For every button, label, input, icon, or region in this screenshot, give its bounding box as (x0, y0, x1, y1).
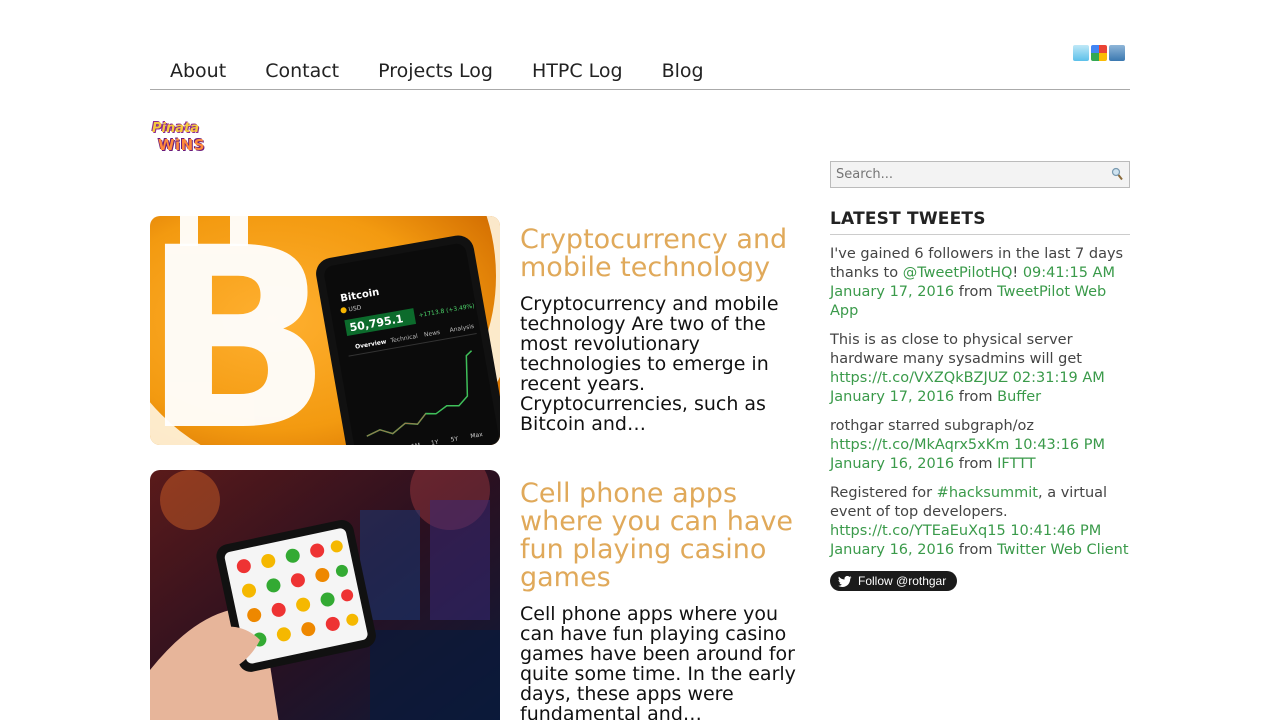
twitter-bird-icon (838, 575, 852, 587)
tweet-url-link[interactable]: https://t.co/VXZQkBZJUZ (830, 370, 1008, 386)
tweet-item: rothgar starred subgraph/oz https://t.co… (830, 418, 1105, 472)
tweet-item: Registered for #hacksummit, a virtual ev… (830, 485, 1129, 558)
nav-blog[interactable]: Blog (662, 56, 704, 89)
nav-projects-log[interactable]: Projects Log (378, 56, 493, 89)
nav-htpc-log[interactable]: HTPC Log (532, 56, 623, 89)
post-text: Cryptocurrency and mobile technology Cry… (520, 226, 805, 435)
svg-text:5Y: 5Y (450, 435, 459, 443)
search-input[interactable] (831, 162, 1101, 187)
sidebar: LATEST TWEETS I've gained 6 followers in… (830, 161, 1130, 591)
main-nav: About Contact Projects Log HTPC Log Blog (150, 56, 1130, 90)
svg-text:B: B (150, 216, 333, 445)
nav-contact[interactable]: Contact (265, 56, 339, 89)
tweet-item: This is as close to physical server hard… (830, 332, 1105, 405)
site-logo[interactable]: Pinata WiNS (150, 120, 216, 160)
tweet-url-link[interactable]: https://t.co/YTEaEuXq15 (830, 523, 1006, 539)
search-icon[interactable] (1111, 167, 1123, 181)
casino-phone-image (150, 470, 500, 720)
tweet-source-link[interactable]: Twitter Web Client (997, 542, 1128, 558)
tweet-source-link[interactable]: IFTTT (997, 456, 1035, 472)
tweet-mention-link[interactable]: @TweetPilotHQ (903, 265, 1013, 281)
post-excerpt: Cell phone apps where you can have fun p… (520, 603, 796, 720)
post-title[interactable]: Cell phone apps where you can have fun p… (520, 480, 805, 592)
post-thumbnail-bitcoin[interactable]: B Bitcoin USD 50,795.1 +1713.8 (+3.49%) … (150, 216, 500, 445)
search-box (830, 161, 1130, 188)
nav-about[interactable]: About (170, 56, 226, 89)
tweet-url-link[interactable]: https://t.co/MkAqrx5xKm (830, 437, 1009, 453)
tweet-item: I've gained 6 followers in the last 7 da… (830, 246, 1124, 319)
post-text: Cell phone apps where you can have fun p… (520, 480, 805, 720)
svg-text:1M: 1M (411, 442, 421, 445)
tweet-hashtag-link[interactable]: #hacksummit (937, 485, 1038, 501)
post-thumbnail-casino[interactable] (150, 470, 500, 720)
tweet-source-link[interactable]: Buffer (997, 389, 1041, 405)
post-title[interactable]: Cryptocurrency and mobile technology (520, 226, 805, 282)
twitter-follow-button[interactable]: Follow @rothgar (830, 571, 958, 591)
latest-tweets-heading: LATEST TWEETS (830, 209, 1130, 235)
post-excerpt: Cryptocurrency and mobile technology Are… (520, 293, 779, 435)
bitcoin-phone-image: B Bitcoin USD 50,795.1 +1713.8 (+3.49%) … (150, 216, 500, 445)
